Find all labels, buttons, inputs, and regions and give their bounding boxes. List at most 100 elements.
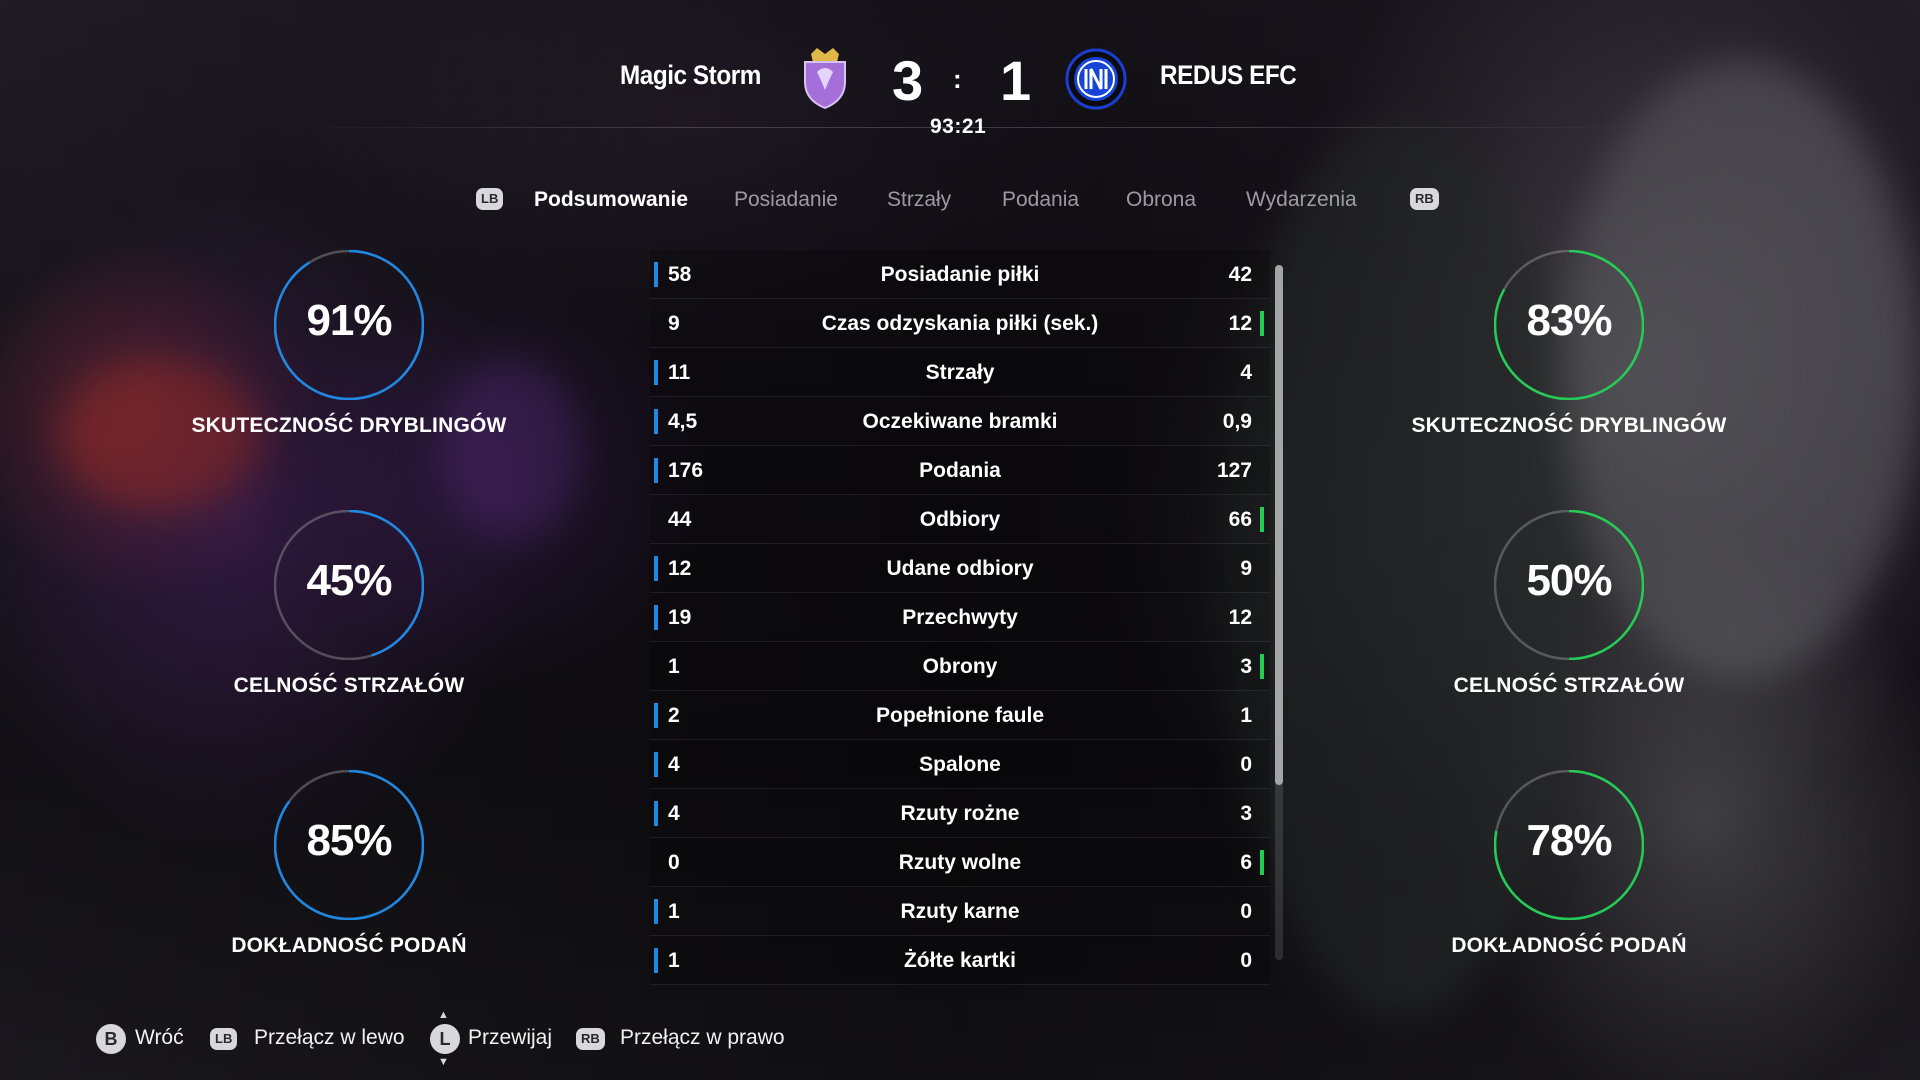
switch-right-hint-label[interactable]: Przełącz w prawo [620,1026,785,1050]
away-gauge-value: 78% [1526,816,1612,865]
home-leader-bar [654,801,658,826]
stat-home-value: 9 [668,312,680,335]
home-gauge-value: 91% [306,296,392,345]
stat-away-value: 9 [1240,557,1252,580]
stat-row: 44 Odbiory 66 [650,495,1270,544]
stat-label: Oczekiwane bramki [862,410,1058,433]
home-team-name: Magic Storm [620,60,761,90]
stat-home-value: 1 [668,949,680,972]
rb-button-icon[interactable]: RB [1410,188,1439,210]
rb-button-icon[interactable]: RB [576,1028,605,1050]
scroll-hint-label[interactable]: Przewijaj [468,1026,552,1050]
stat-away-value: 42 [1228,263,1252,286]
switch-left-hint-label[interactable]: Przełącz w lewo [254,1026,405,1050]
stat-away-value: 127 [1216,459,1252,482]
tab-podania[interactable]: Podania [1002,186,1079,214]
stat-label: Rzuty karne [900,900,1020,923]
tab-wydarzenia[interactable]: Wydarzenia [1246,186,1357,214]
home-leader-bar [654,458,658,483]
stat-away-value: 4 [1240,361,1252,384]
stat-row: 4 Rzuty rożne 3 [650,789,1270,838]
away-crest-icon [1065,48,1127,112]
away-leader-bar [1260,311,1264,336]
lb-button-icon[interactable]: LB [210,1028,238,1050]
stat-away-value: 6 [1240,851,1252,874]
away-gauge-pass-accuracy: 78% DOKŁADNOŚĆ PODAŃ [1399,770,1739,1000]
away-leader-bar [1260,850,1264,875]
tab-obrona[interactable]: Obrona [1126,186,1196,214]
stat-home-value: 1 [668,900,680,923]
stat-home-value: 4 [668,753,680,776]
stat-away-value: 12 [1228,312,1252,335]
stat-away-value: 0 [1240,753,1252,776]
tab-strzaly[interactable]: Strzały [887,186,951,214]
stat-away-value: 0,9 [1222,410,1252,433]
button-hints-footer: B Wróć LB Przełącz w lewo L ▲ ▼ Przewija… [0,1009,1920,1068]
stat-label: Strzały [925,361,995,384]
back-hint-label[interactable]: Wróć [135,1026,184,1050]
score-separator: : [953,64,962,94]
stats-scrollbar-thumb[interactable] [1275,265,1283,785]
away-gauge-label: CELNOŚĆ STRZAŁÓW [1453,674,1685,697]
home-leader-bar [654,703,658,728]
stat-home-value: 12 [668,557,692,580]
home-gauge-value: 85% [306,816,392,865]
stat-label: Czas odzyskania piłki (sek.) [821,312,1099,335]
away-gauge-value: 50% [1526,556,1612,605]
home-leader-bar [654,752,658,777]
stat-row: 12 Udane odbiory 9 [650,544,1270,593]
home-leader-bar [654,409,658,434]
stat-home-value: 19 [668,606,692,629]
stat-away-value: 0 [1240,949,1252,972]
stat-row: 2 Popełnione faule 1 [650,691,1270,740]
stat-away-value: 0 [1240,900,1252,923]
home-leader-bar [654,262,658,287]
stat-label: Rzuty rożne [900,802,1020,825]
match-stats-table[interactable]: 58 Posiadanie piłki 42 9 Czas odzyskania pił… [650,250,1270,985]
stat-home-value: 0 [668,851,680,874]
stat-label: Odbiory [919,508,1001,531]
stat-label: Przechwyty [902,606,1018,629]
home-gauge-label: SKUTECZNOŚĆ DRYBLINGÓW [191,414,507,437]
scroll-up-arrow-icon: ▲ [438,1009,449,1021]
stat-row: 9 Czas odzyskania piłki (sek.) 12 [650,299,1270,348]
stat-row: 4,5 Oczekiwane bramki 0,9 [650,397,1270,446]
home-leader-bar [654,360,658,385]
stat-away-value: 12 [1228,606,1252,629]
stat-home-value: 11 [668,361,691,384]
home-gauge-label: CELNOŚĆ STRZAŁÓW [233,674,465,697]
away-team-name: REDUS EFC [1160,60,1297,90]
stat-row: 1 Rzuty karne 0 [650,887,1270,936]
home-gauge-value: 45% [306,556,392,605]
stat-away-value: 66 [1228,508,1252,531]
tab-posiadanie[interactable]: Posiadanie [734,186,838,214]
stat-home-value: 4,5 [668,410,698,433]
stat-row: 19 Przechwyty 12 [650,593,1270,642]
away-leader-bar [1260,507,1264,532]
stat-row: 1 Obrony 3 [650,642,1270,691]
b-button-icon[interactable]: B [96,1024,126,1054]
score-header: Magic Storm 3 : 1 REDUS EFC 93:21 [0,0,1920,150]
home-gauge-pass-accuracy: 85% DOKŁADNOŚĆ PODAŃ [179,770,519,1000]
away-gauge-label: DOKŁADNOŚĆ PODAŃ [1451,934,1687,957]
stat-home-value: 44 [668,508,692,531]
tab-podsumowanie[interactable]: Podsumowanie [534,186,688,214]
home-leader-bar [654,605,658,630]
stat-home-value: 2 [668,704,680,727]
stat-row: 176 Podania 127 [650,446,1270,495]
stat-label: Podania [919,459,1001,482]
home-leader-bar [654,899,658,924]
home-gauge-shot-accuracy: 45% CELNOŚĆ STRZAŁÓW [179,510,519,740]
scroll-down-arrow-icon: ▼ [438,1056,449,1068]
lb-button-icon[interactable]: LB [476,188,504,210]
left-stick-icon[interactable]: L [430,1024,460,1054]
away-gauge-label: SKUTECZNOŚĆ DRYBLINGÓW [1411,414,1727,437]
stat-row: 0 Rzuty wolne 6 [650,838,1270,887]
stat-label: Popełnione faule [875,704,1045,727]
away-gauge-dribbling: 83% SKUTECZNOŚĆ DRYBLINGÓW [1399,250,1739,480]
stat-label: Posiadanie piłki [880,263,1040,286]
stat-home-value: 1 [668,655,680,678]
stat-row: 1 Żółte kartki 0 [650,936,1270,985]
stat-label: Rzuty wolne [898,851,1022,874]
stat-label: Spalone [919,753,1001,776]
